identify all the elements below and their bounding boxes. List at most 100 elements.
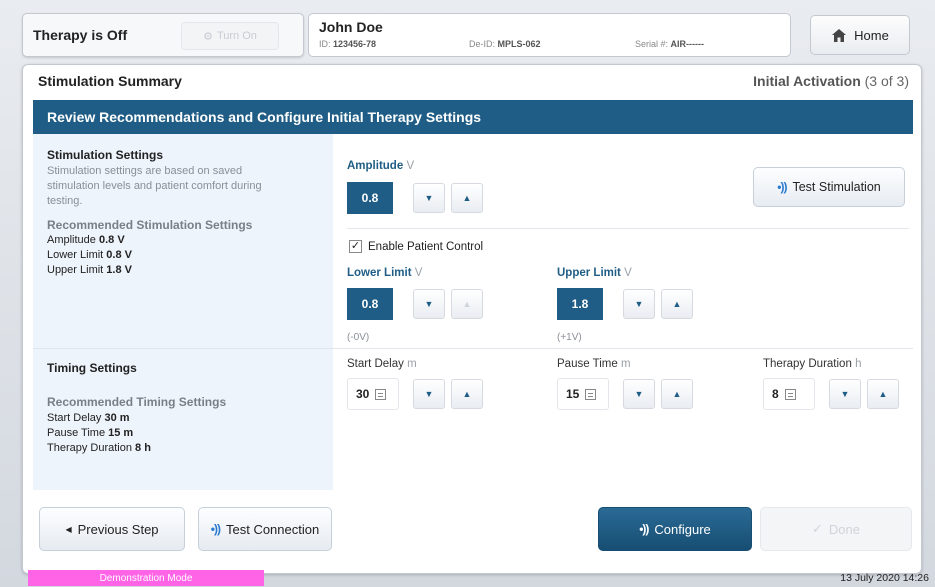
- configure-button[interactable]: •)) Configure: [598, 507, 752, 551]
- pause-time-value: 15: [566, 387, 580, 401]
- triangle-down-icon: ▼: [840, 389, 850, 399]
- power-icon: ⚙: [203, 30, 213, 43]
- keypad-icon[interactable]: [585, 388, 597, 400]
- test-connection-label: Test Connection: [225, 521, 320, 537]
- therapy-duration-decrease-button[interactable]: ▼: [829, 379, 861, 409]
- triangle-up-icon: ▲: [462, 389, 472, 399]
- datetime: 13 July 2020 14:26: [840, 572, 929, 584]
- triangle-down-icon: ▼: [634, 299, 644, 309]
- upper-limit-value[interactable]: 1.8: [557, 288, 603, 320]
- lower-limit-increase-button[interactable]: ▲: [451, 289, 483, 319]
- page-title: Stimulation Summary: [38, 73, 182, 89]
- enable-patient-control-label: Enable Patient Control: [368, 240, 484, 253]
- upper-limit-increase-button[interactable]: ▲: [661, 289, 693, 319]
- stimulation-description-2: stimulation levels and patient comfort d…: [47, 180, 262, 192]
- pause-time-decrease-button[interactable]: ▼: [623, 379, 655, 409]
- signal-icon: •)): [639, 522, 649, 536]
- amplitude-increase-button[interactable]: ▲: [451, 183, 483, 213]
- upper-limit-label: Upper Limit V: [557, 267, 632, 279]
- previous-step-button[interactable]: ◀ Previous Step: [39, 507, 185, 551]
- start-delay-decrease-button[interactable]: ▼: [413, 379, 445, 409]
- checkmark-icon: ✓: [812, 521, 823, 536]
- triangle-down-icon: ▼: [424, 389, 434, 399]
- start-delay-increase-button[interactable]: ▲: [451, 379, 483, 409]
- therapy-status: Therapy is Off: [33, 27, 128, 43]
- turn-on-label: Turn On: [216, 30, 257, 42]
- amplitude-divider: [347, 228, 909, 229]
- stimulation-description-1: Stimulation settings are based on saved: [47, 165, 243, 177]
- recommended-timing-title: Recommended Timing Settings: [47, 395, 227, 409]
- start-delay-field[interactable]: 30: [347, 378, 399, 410]
- therapy-duration-field[interactable]: 8: [763, 378, 815, 410]
- rec-upper-limit: Upper Limit 1.8 V: [47, 264, 132, 276]
- section-banner: Review Recommendations and Configure Ini…: [33, 100, 913, 134]
- lower-limit-label: Lower Limit V: [347, 267, 423, 279]
- done-button[interactable]: ✓ Done: [760, 507, 912, 551]
- patient-id: ID: 123456-78: [319, 39, 377, 49]
- recommendations-column: Stimulation Settings Stimulation setting…: [33, 134, 333, 490]
- home-icon: [832, 28, 847, 42]
- status-bar: Demonstration Mode 13 July 2020 14:26: [0, 569, 935, 587]
- therapy-status-panel: Therapy is Off ⚙ Turn On: [22, 13, 304, 57]
- patient-name: John Doe: [319, 19, 383, 35]
- timing-divider: [333, 348, 913, 349]
- patient-info: John Doe ID: 123456-78 De-ID: MPLS-062 S…: [308, 13, 791, 57]
- upper-limit-hint: (+1V): [557, 332, 582, 343]
- upper-limit-decrease-button[interactable]: ▼: [623, 289, 655, 319]
- settings-column: Amplitude V 0.8 ▼ ▲ •)) Test Stimulation…: [333, 134, 913, 490]
- enable-patient-control[interactable]: ✓ Enable Patient Control: [349, 240, 483, 253]
- test-stimulation-button[interactable]: •)) Test Stimulation: [753, 167, 905, 207]
- triangle-up-icon: ▲: [462, 193, 472, 203]
- triangle-down-icon: ▼: [634, 389, 644, 399]
- triangle-up-icon: ▲: [462, 299, 472, 309]
- triangle-down-icon: ▼: [424, 299, 434, 309]
- lower-limit-decrease-button[interactable]: ▼: [413, 289, 445, 319]
- timing-settings-title: Timing Settings: [47, 361, 137, 375]
- test-stimulation-label: Test Stimulation: [792, 180, 881, 194]
- demo-mode-badge: Demonstration Mode: [28, 570, 264, 586]
- keypad-icon[interactable]: [784, 388, 796, 400]
- recommended-stimulation-title: Recommended Stimulation Settings: [47, 218, 253, 232]
- therapy-duration-label: Therapy Duration h: [763, 358, 862, 370]
- device-serial: Serial #: AIR------: [635, 39, 705, 49]
- therapy-duration-value: 8: [772, 387, 779, 401]
- footer-actions: ◀ Previous Step •)) Test Connection •)) …: [33, 493, 913, 571]
- start-delay-value: 30: [356, 387, 370, 401]
- rec-amplitude: Amplitude 0.8 V: [47, 234, 125, 246]
- lower-limit-value[interactable]: 0.8: [347, 288, 393, 320]
- left-divider: [33, 348, 333, 349]
- home-label: Home: [854, 27, 889, 43]
- triangle-up-icon: ▲: [672, 299, 682, 309]
- main-panel: Stimulation Summary Initial Activation (…: [22, 64, 922, 574]
- amplitude-decrease-button[interactable]: ▼: [413, 183, 445, 213]
- signal-icon: •)): [210, 522, 221, 536]
- triangle-up-icon: ▲: [878, 389, 888, 399]
- therapy-duration-increase-button[interactable]: ▲: [867, 379, 899, 409]
- signal-icon: •)): [777, 180, 787, 194]
- test-connection-button[interactable]: •)) Test Connection: [198, 507, 332, 551]
- pause-time-increase-button[interactable]: ▲: [661, 379, 693, 409]
- amplitude-value[interactable]: 0.8: [347, 182, 393, 214]
- checkbox-checked-icon[interactable]: ✓: [349, 240, 362, 253]
- rec-therapy-duration: Therapy Duration 8 h: [47, 442, 151, 454]
- pause-time-label: Pause Time m: [557, 358, 631, 370]
- amplitude-label: Amplitude V: [347, 160, 415, 172]
- triangle-up-icon: ▲: [672, 389, 682, 399]
- rec-lower-limit: Lower Limit 0.8 V: [47, 249, 132, 261]
- step-indicator: Initial Activation (3 of 3): [753, 73, 909, 89]
- start-delay-label: Start Delay m: [347, 358, 417, 370]
- patient-deid: De-ID: MPLS-062: [469, 39, 541, 49]
- stimulation-description-3: testing.: [47, 195, 83, 207]
- stimulation-settings-title: Stimulation Settings: [47, 148, 164, 162]
- triangle-left-icon: ◀: [65, 524, 72, 534]
- pause-time-field[interactable]: 15: [557, 378, 609, 410]
- top-bar: Therapy is Off ⚙ Turn On John Doe ID: 12…: [22, 13, 922, 60]
- app-frame: Therapy is Off ⚙ Turn On John Doe ID: 12…: [0, 0, 935, 587]
- lower-limit-hint: (-0V): [347, 332, 370, 343]
- keypad-icon[interactable]: [375, 388, 387, 400]
- previous-step-label: Previous Step: [77, 521, 159, 537]
- home-button[interactable]: Home: [810, 15, 910, 55]
- turn-on-button[interactable]: ⚙ Turn On: [181, 22, 279, 50]
- rec-start-delay: Start Delay 30 m: [47, 412, 130, 424]
- configure-label: Configure: [654, 521, 711, 537]
